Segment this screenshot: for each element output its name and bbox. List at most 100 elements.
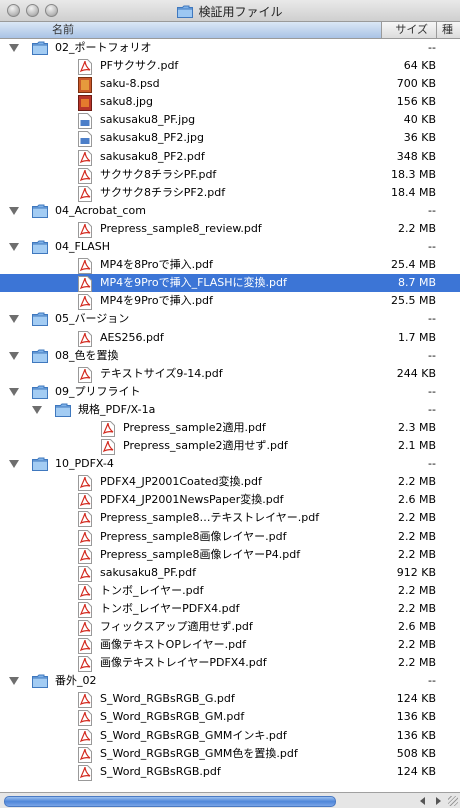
folder-icon	[32, 385, 48, 400]
file-row[interactable]: PDFX4_JP2001Coated変換.pdf 2.2 MB	[0, 473, 460, 492]
row-size: 2.2 MB	[397, 638, 436, 652]
folder-row[interactable]: 09_プリフライト --	[0, 383, 460, 401]
folder-row[interactable]: 10_PDFX-4 --	[0, 455, 460, 473]
file-row[interactable]: PDFX4_JP2001NewsPaper変換.pdf 2.6 MB	[0, 491, 460, 510]
file-row[interactable]: S_Word_RGBsRGB_GM.pdf 136 KB	[0, 708, 460, 727]
file-row[interactable]: サクサク8チラシPF.pdf 18.3 MB	[0, 166, 460, 184]
file-row[interactable]: Prepress_sample2適用せず.pdf 2.1 MB	[0, 437, 460, 456]
kind-column-header[interactable]: 種	[437, 22, 460, 38]
row-name: saku8.jpg	[100, 95, 153, 109]
folder-row[interactable]: 02_ポートフォリオ --	[0, 39, 460, 57]
row-name: トンボ_レイヤーPDFX4.pdf	[100, 601, 240, 615]
row-name: トンボ_レイヤー.pdf	[100, 583, 204, 597]
row-size: 700 KB	[396, 77, 436, 91]
file-row[interactable]: Prepress_sample8画像レイヤー.pdf 2.2 MB	[0, 528, 460, 546]
disclosure-triangle-icon[interactable]	[9, 243, 19, 252]
folder-row[interactable]: 05_バージョン --	[0, 310, 460, 328]
row-size: 64 KB	[403, 59, 436, 73]
row-name: MP4を8Proで挿入.pdf	[100, 258, 213, 272]
disclosure-triangle-icon[interactable]	[32, 405, 42, 414]
row-name: 04_Acrobat_com	[55, 203, 146, 217]
file-row[interactable]: Prepress_sample2適用.pdf 2.3 MB	[0, 419, 460, 437]
file-row[interactable]: sakusaku8_PF2.jpg 36 KB	[0, 129, 460, 148]
file-row[interactable]: sakusaku8_PF2.pdf 348 KB	[0, 148, 460, 166]
file-row[interactable]: トンボ_レイヤー.pdf 2.2 MB	[0, 582, 460, 600]
name-column-header[interactable]: 名前	[0, 22, 382, 38]
file-row[interactable]: テキストサイズ9-14.pdf 244 KB	[0, 365, 460, 383]
row-size: 2.2 MB	[397, 547, 436, 561]
disclosure-triangle-icon[interactable]	[9, 206, 19, 215]
row-name: 規格_PDF/X-1a	[78, 402, 156, 416]
row-size: 348 KB	[396, 149, 436, 163]
scroll-left-arrow-icon[interactable]	[420, 797, 425, 805]
pdf-file-icon	[78, 692, 93, 709]
folder-row[interactable]: 04_Acrobat_com --	[0, 202, 460, 220]
horizontal-scrollbar[interactable]	[4, 796, 336, 807]
file-row[interactable]: Prepress_sample8画像レイヤーP4.pdf 2.2 MB	[0, 546, 460, 564]
pdf-file-icon	[78, 764, 93, 781]
row-name: S_Word_RGBsRGB_GMMインキ.pdf	[100, 728, 287, 742]
pdf-file-icon	[78, 59, 93, 76]
row-name: sakusaku8_PF.pdf	[100, 565, 196, 579]
window-titlebar[interactable]: 検証用ファイル	[0, 0, 460, 22]
row-name: saku-8.psd	[100, 77, 160, 91]
file-row[interactable]: 画像テキストレイヤーPDFX4.pdf 2.2 MB	[0, 654, 460, 673]
file-row[interactable]: saku8.jpg 156 KB	[0, 93, 460, 112]
folder-row[interactable]: 04_FLASH --	[0, 238, 460, 256]
row-name: 番外_02	[55, 674, 97, 688]
folder-row[interactable]: 08_色を置換 --	[0, 347, 460, 365]
row-name: AES256.pdf	[100, 330, 164, 344]
folder-icon	[32, 674, 48, 689]
row-name: MP4を9Proで挿入_FLASHに変換.pdf	[100, 276, 287, 290]
folder-row[interactable]: 規格_PDF/X-1a --	[0, 401, 460, 419]
row-name: 02_ポートフォリオ	[55, 41, 152, 54]
row-size: 912 KB	[396, 565, 436, 579]
folder-icon	[32, 240, 48, 255]
row-size: --	[428, 203, 436, 217]
disclosure-triangle-icon[interactable]	[9, 351, 19, 360]
row-name: Prepress_sample8画像レイヤーP4.pdf	[100, 547, 301, 561]
scroll-right-arrow-icon[interactable]	[436, 797, 441, 805]
disclosure-triangle-icon[interactable]	[9, 677, 19, 686]
file-row[interactable]: 画像テキストOPレイヤー.pdf 2.2 MB	[0, 636, 460, 655]
pdf-file-icon	[78, 511, 93, 528]
file-row[interactable]: saku-8.psd 700 KB	[0, 75, 460, 94]
file-row[interactable]: AES256.pdf 1.7 MB	[0, 329, 460, 347]
disclosure-triangle-icon[interactable]	[9, 44, 19, 52]
file-row[interactable]: S_Word_RGBsRGB_GMM色を置換.pdf 508 KB	[0, 745, 460, 763]
row-name: Prepress_sample8画像レイヤー.pdf	[100, 529, 287, 543]
row-size: 136 KB	[396, 710, 436, 724]
row-name: S_Word_RGBsRGB_G.pdf	[100, 692, 235, 706]
file-row[interactable]: S_Word_RGBsRGB.pdf 124 KB	[0, 763, 460, 781]
pdf-file-icon	[78, 656, 93, 673]
file-row[interactable]: トンボ_レイヤーPDFX4.pdf 2.2 MB	[0, 600, 460, 618]
file-row[interactable]: sakusaku8_PF.jpg 40 KB	[0, 111, 460, 130]
file-row[interactable]: PFサクサク.pdf 64 KB	[0, 57, 460, 76]
row-size: --	[428, 312, 436, 326]
file-row[interactable]: sakusaku8_PF.pdf 912 KB	[0, 564, 460, 582]
psd-file-icon	[78, 77, 93, 94]
size-column-header[interactable]: サイズ	[382, 22, 437, 38]
file-row[interactable]: S_Word_RGBsRGB_GMMインキ.pdf 136 KB	[0, 727, 460, 745]
row-name: Prepress_sample2適用せず.pdf	[123, 439, 288, 453]
disclosure-triangle-icon[interactable]	[9, 387, 19, 396]
file-row[interactable]: フィックスアップ適用せず.pdf 2.6 MB	[0, 618, 460, 636]
file-row[interactable]: Prepress_sample8_review.pdf 2.2 MB	[0, 220, 460, 238]
file-row[interactable]: MP4を9Proで挿入.pdf 25.5 MB	[0, 292, 460, 311]
row-size: --	[428, 384, 436, 398]
file-row[interactable]: S_Word_RGBsRGB_G.pdf 124 KB	[0, 690, 460, 709]
row-name: 画像テキストOPレイヤー.pdf	[100, 638, 246, 652]
file-row[interactable]: Prepress_sample8…テキストレイヤー.pdf 2.2 MB	[0, 509, 460, 528]
folder-icon	[32, 312, 48, 327]
row-size: --	[428, 41, 436, 54]
file-row[interactable]: MP4を9Proで挿入_FLASHに変換.pdf 8.7 MB	[0, 274, 460, 293]
file-row[interactable]: MP4を8Proで挿入.pdf 25.4 MB	[0, 256, 460, 275]
disclosure-triangle-icon[interactable]	[9, 460, 19, 469]
file-row[interactable]: サクサク8チラシPF2.pdf 18.4 MB	[0, 184, 460, 202]
pdf-file-icon	[78, 529, 93, 546]
pdf-file-icon	[78, 258, 93, 275]
jpg-file-icon	[78, 113, 93, 130]
disclosure-triangle-icon[interactable]	[9, 315, 19, 324]
folder-row[interactable]: 番外_02 --	[0, 672, 460, 690]
resize-grip-icon[interactable]	[448, 796, 458, 806]
